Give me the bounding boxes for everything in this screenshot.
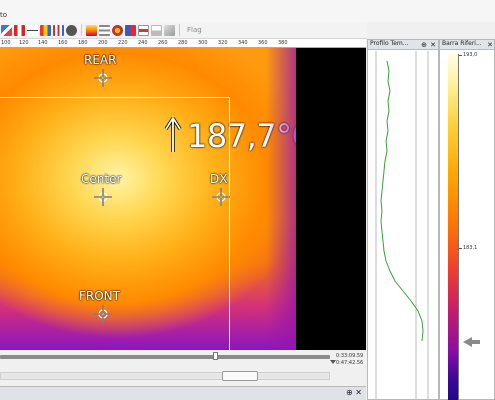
close-icon[interactable]: ✕: [355, 388, 362, 397]
crosshair-icon[interactable]: [212, 188, 230, 206]
max-temperature-readout: 187,7°C: [164, 116, 296, 156]
scale-pointer-handle[interactable]: [471, 340, 480, 344]
ruler-tick: 180: [78, 40, 88, 46]
ruler-tick: 280: [178, 40, 188, 46]
timeline-thumb[interactable]: [213, 352, 218, 360]
crosshair-icon[interactable]: [94, 69, 112, 87]
thermal-analysis-app: to Flag 100 120 140 160 180 200 220 240 …: [0, 0, 495, 400]
timeline-track[interactable]: [0, 355, 330, 359]
ruler-tick: 160: [58, 40, 68, 46]
color-strip-icon[interactable]: [86, 24, 97, 36]
ruler-icon[interactable]: [138, 24, 149, 36]
profile-chart: [375, 51, 429, 400]
current-time: 0:33:09.59: [336, 353, 364, 359]
crosshair-icon[interactable]: [94, 305, 112, 323]
close-icon[interactable]: ✕: [430, 40, 436, 49]
scale-axis: [458, 54, 459, 400]
marker-label-rear: REAR: [84, 53, 117, 67]
thermal-image[interactable]: REAR Center DX FRONT 187,7°C: [0, 48, 296, 350]
ruler-tick: 120: [19, 40, 29, 46]
ruler-tick: 240: [138, 40, 148, 46]
magic-icon[interactable]: [164, 24, 175, 36]
marker-label-dx: DX: [210, 172, 228, 186]
line-tool-icon[interactable]: [27, 24, 38, 36]
histogram-icon[interactable]: [53, 24, 64, 36]
horizontal-ruler: 100 120 140 160 180 200 220 240 260 280 …: [0, 39, 296, 48]
ruler-tick: 340: [238, 40, 248, 46]
ruler-tick: 360: [258, 40, 268, 46]
palette-icon[interactable]: [40, 24, 51, 36]
total-time: 0:47:42.56: [336, 360, 364, 366]
close-icon[interactable]: ✕: [487, 40, 493, 49]
marker-label-front: FRONT: [79, 289, 120, 303]
flag-button[interactable]: Flag: [187, 26, 202, 34]
ruler-tick: 100: [1, 40, 11, 46]
tools-icon[interactable]: [66, 24, 77, 36]
scrollbar-thumb[interactable]: [222, 371, 258, 381]
window-title: to: [0, 11, 8, 19]
settings-icon[interactable]: [112, 24, 123, 36]
profile-line: [380, 60, 424, 342]
toolbar-separator: [179, 24, 180, 36]
image-background: [296, 48, 366, 350]
bottom-panel-header: ⊕ ✕: [0, 386, 366, 400]
ruler-tick: 260: [158, 40, 168, 46]
ruler-tick: 220: [118, 40, 128, 46]
timeline-panel: 0:33:09.59 0:47:42.56: [0, 350, 366, 386]
ruler-tick: 320: [218, 40, 228, 46]
scale-pane-title: Barra Riferi...: [442, 40, 482, 47]
chart-icon[interactable]: [1, 24, 12, 36]
profile-pane-title: Profilo Tem...: [370, 40, 409, 47]
ruler-tick: 200: [98, 40, 108, 46]
profile-pane-header: Profilo Tem... ⊕ ✕: [368, 40, 438, 50]
temperature-profile-pane: Profilo Tem... ⊕ ✕: [367, 39, 439, 400]
title-bar: to: [0, 0, 495, 22]
toolbar: Flag: [0, 22, 367, 39]
ruler-tick: 300: [198, 40, 208, 46]
grid-icon[interactable]: [125, 24, 136, 36]
scale-tick: [459, 55, 462, 56]
measure-icon[interactable]: [14, 24, 25, 36]
scale-pane-header: Barra Riferi... ✕: [440, 40, 494, 50]
ruler-tick: 380: [278, 40, 288, 46]
color-scale-bar: [448, 54, 458, 400]
pin-icon[interactable]: ⊕: [346, 388, 353, 397]
reference-scale-pane: Barra Riferi... ✕ 193,0 183,1: [439, 39, 495, 400]
crosshair-icon[interactable]: [94, 188, 112, 206]
horizontal-scrollbar[interactable]: [0, 372, 330, 380]
scale-tick: [459, 248, 462, 249]
export-icon[interactable]: [151, 24, 162, 36]
max-temperature-value: 187,7°C: [187, 117, 296, 155]
pin-icon[interactable]: ⊕: [421, 40, 427, 49]
bottom-panel-buttons: ⊕ ✕: [346, 388, 362, 397]
marker-label-center: Center: [81, 172, 122, 186]
ruler-empty-area: [296, 39, 366, 48]
scale-mid-label: 183,1: [463, 245, 478, 251]
ruler-tick: 140: [38, 40, 48, 46]
arrow-up-icon: [164, 116, 182, 156]
toolbar-separator: [81, 24, 82, 36]
filter-icon[interactable]: [99, 24, 110, 36]
scale-max-label: 193,0: [463, 52, 478, 58]
